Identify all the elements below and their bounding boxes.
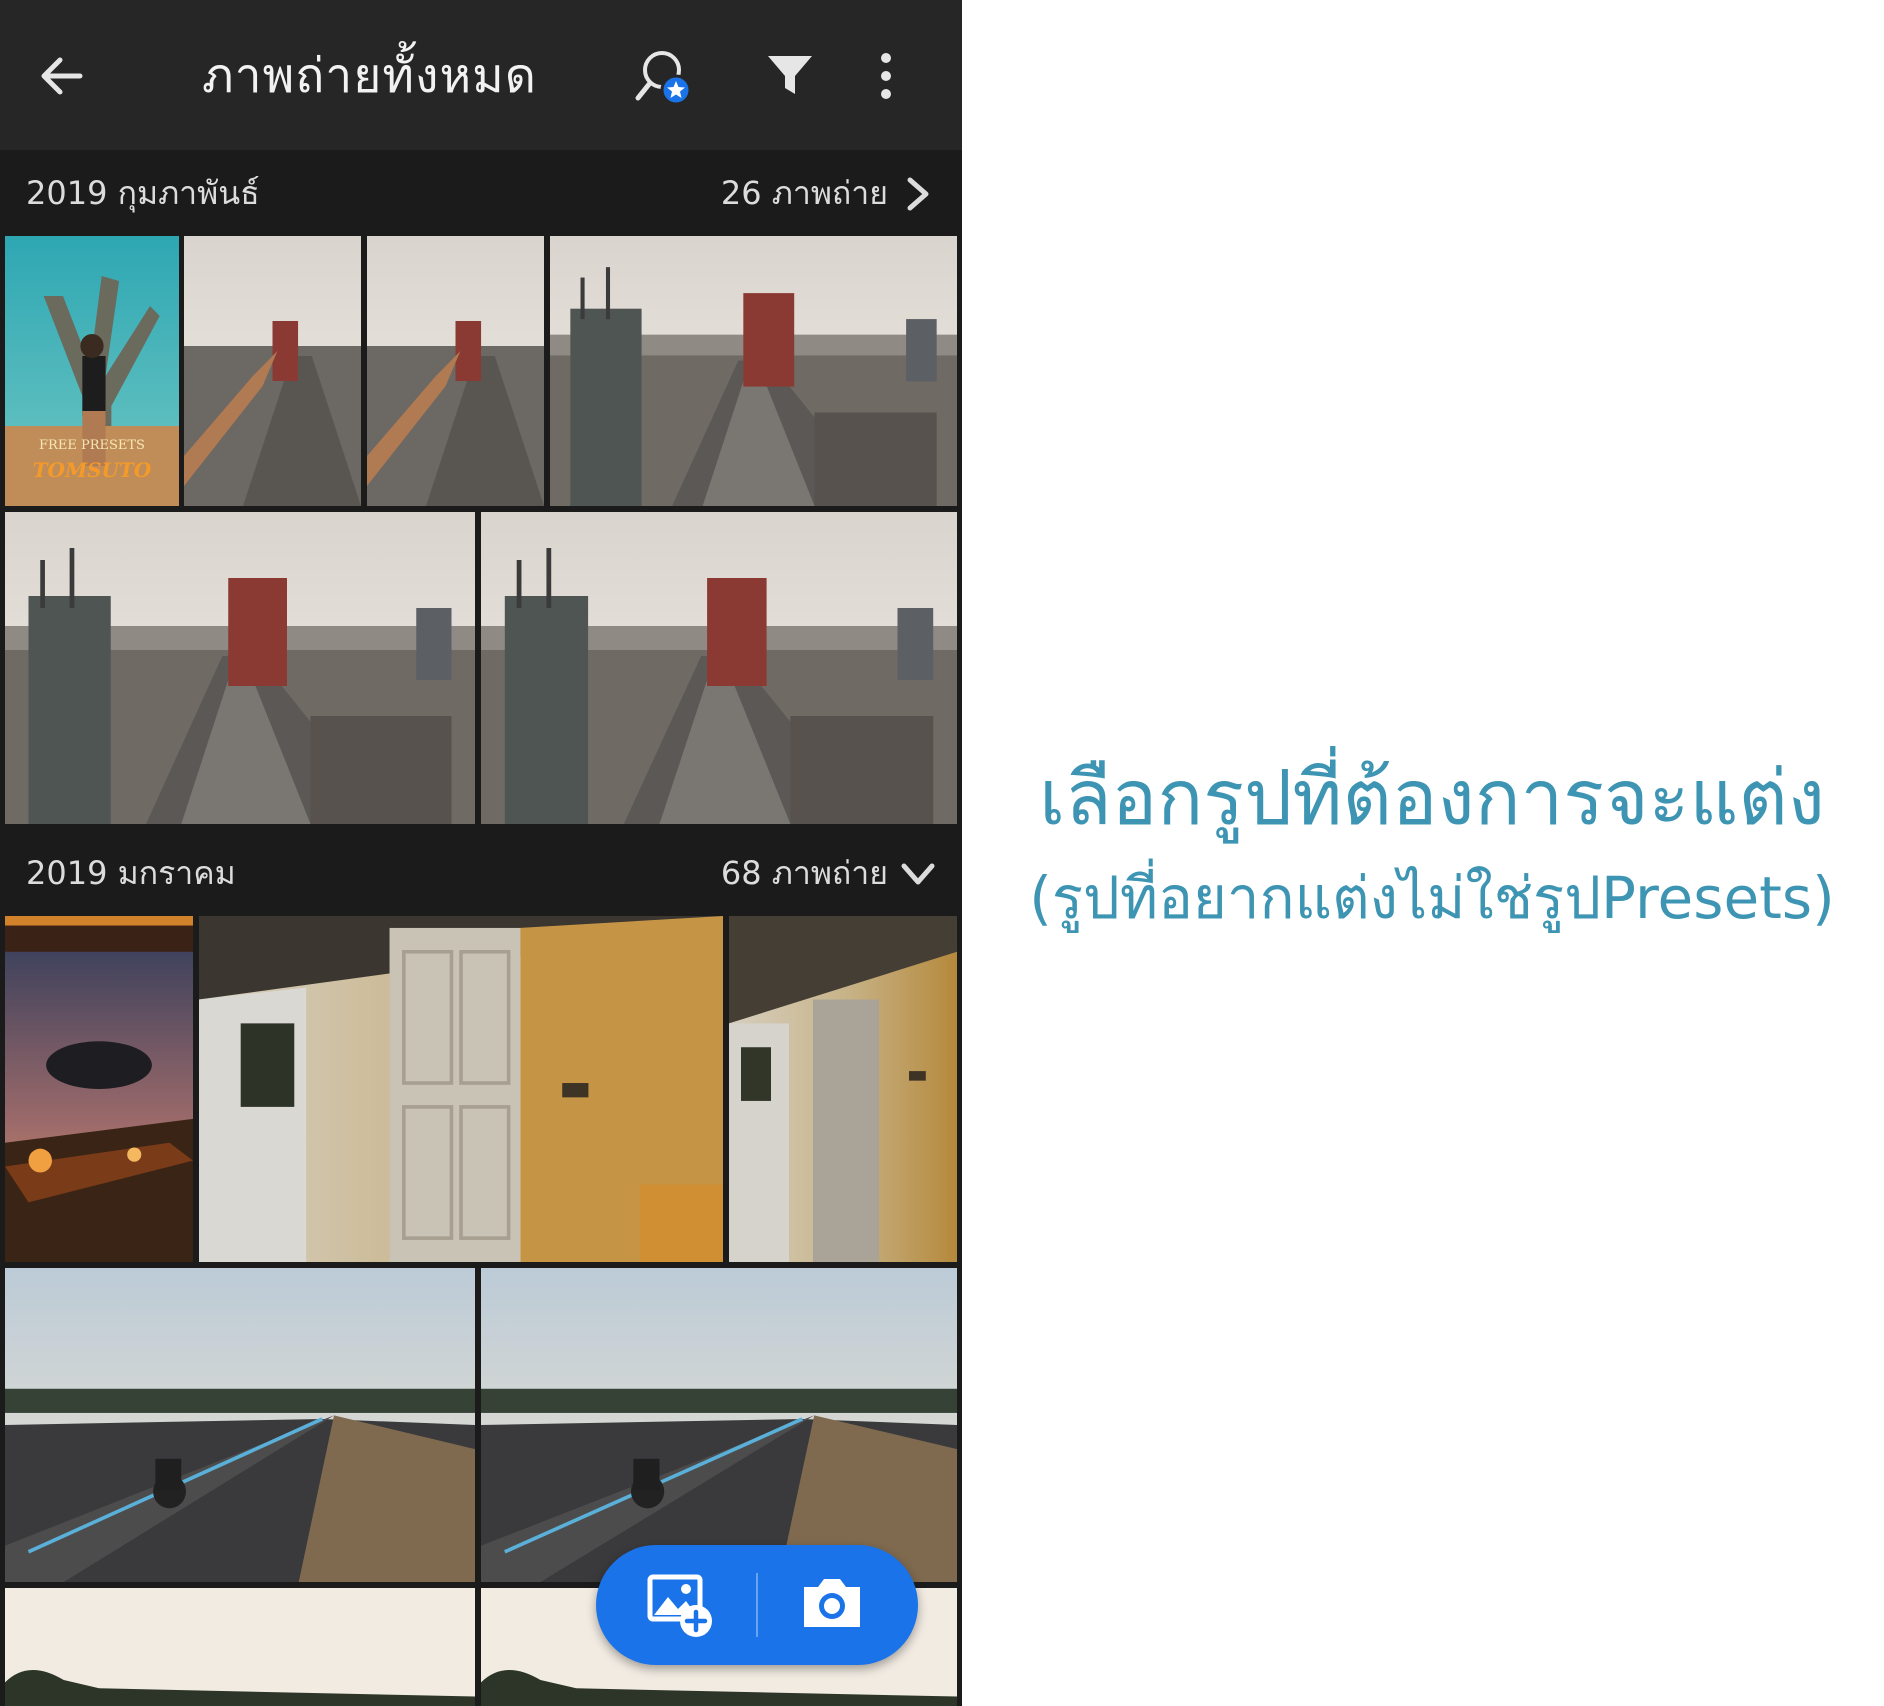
photo-thumbnail[interactable] [729,916,957,1262]
photo-thumbnail[interactable] [5,1268,475,1582]
chevron-down-icon[interactable] [898,854,938,894]
photo-thumbnail[interactable]: FREE PRESETS TOMSUTO [5,236,179,506]
section-date: 2019 มกราคม [26,854,236,892]
section-photo-count: 26 ภาพถ่าย [720,174,888,212]
section-header-feb-2019[interactable]: 2019 กุมภาพันธ์ 26 ภาพถ่าย [0,150,962,236]
camera-icon[interactable] [798,1573,866,1633]
photo-thumbnail[interactable] [5,1588,475,1706]
phone-screen: ภาพถ่ายทั้งหมด 2019 กุมภาพันธ์ 26 ภาพถ่า… [0,0,962,1706]
back-arrow-icon[interactable] [36,50,88,102]
photo-thumbnail[interactable] [184,236,361,506]
section-date: 2019 กุมภาพันธ์ [26,174,260,212]
filter-icon[interactable] [766,52,814,100]
photo-thumbnail[interactable] [367,236,544,506]
section-photo-count: 68 ภาพถ่าย [720,854,888,892]
caption-sub: (รูปที่อยากแต่งไม่ใช่รูปPresets) [1029,864,1835,932]
photo-thumbnail[interactable] [481,1268,957,1582]
watermark-line2: TOMSUTO [32,458,152,482]
photo-thumbnail[interactable] [550,236,957,506]
more-vert-icon[interactable] [868,50,904,102]
photo-thumbnail[interactable] [5,512,475,824]
photo-thumbnail[interactable] [199,916,723,1262]
photo-thumbnail[interactable] [5,916,193,1262]
chevron-right-icon[interactable] [898,174,938,214]
caption-main: เลือกรูปที่ต้องการจะแต่ง [1039,753,1825,842]
fab-divider [756,1573,758,1637]
page-title: ภาพถ่ายทั้งหมด [202,48,537,104]
people-search-star-icon[interactable] [632,46,696,108]
photo-thumbnail[interactable] [481,512,957,824]
add-photo-icon[interactable] [646,1571,716,1639]
section-header-jan-2019[interactable]: 2019 มกราคม 68 ภาพถ่าย [0,830,962,916]
watermark-line1: FREE PRESETS [39,438,145,453]
floating-action-bar [596,1545,918,1665]
app-bar: ภาพถ่ายทั้งหมด [0,0,962,150]
